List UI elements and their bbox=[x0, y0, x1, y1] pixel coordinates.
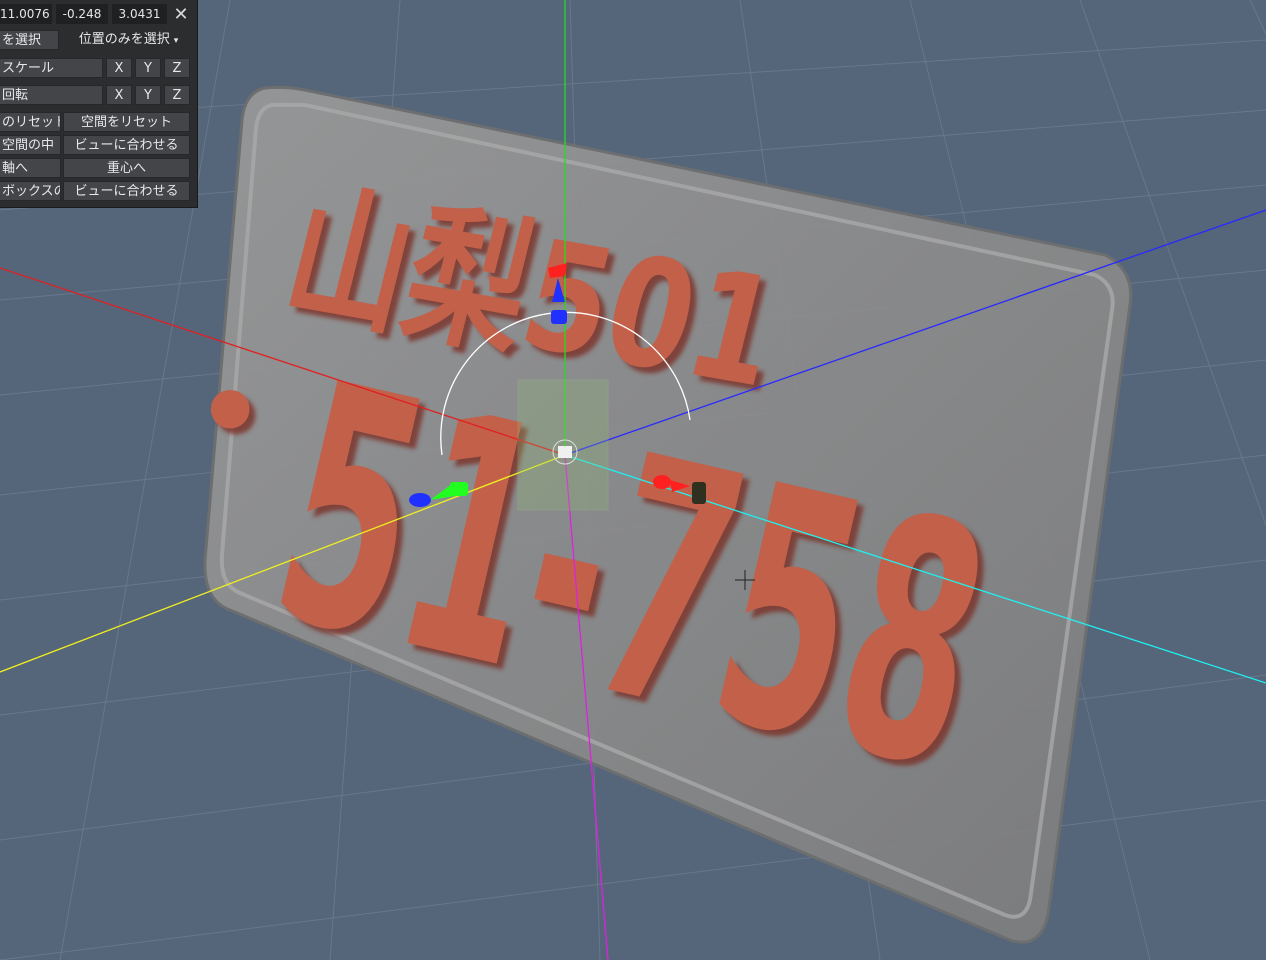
gizmo-red-handle-2[interactable] bbox=[653, 475, 671, 489]
fit-view-button[interactable]: ビューに合わせる bbox=[63, 135, 190, 155]
reset-space-button[interactable]: 空間をリセット bbox=[63, 112, 190, 132]
select-button[interactable]: を選択 bbox=[0, 30, 59, 50]
plate-dot: • bbox=[195, 348, 265, 476]
rotate-button[interactable]: 回転 bbox=[0, 85, 103, 105]
chevron-down-icon: ▾ bbox=[173, 36, 179, 46]
to-axis-button[interactable]: 軸へ bbox=[0, 158, 61, 178]
space-center-button[interactable]: 空間の中 bbox=[0, 135, 61, 155]
select-dropdown[interactable]: 位置のみを選択 ▾ bbox=[62, 30, 195, 50]
scale-y-button[interactable]: Y bbox=[135, 58, 161, 78]
fit-view-button-2[interactable]: ビューに合わせる bbox=[63, 181, 190, 201]
scale-x-button[interactable]: X bbox=[106, 58, 132, 78]
rotate-z-button[interactable]: Z bbox=[164, 85, 190, 105]
transform-panel: 11.0076 -0.248 3.0431 ✕ を選択 位置のみを選択 ▾ スケー… bbox=[0, 0, 198, 208]
rotate-y-button[interactable]: Y bbox=[135, 85, 161, 105]
box-button[interactable]: ボックスの bbox=[0, 181, 61, 201]
scale-z-button[interactable]: Z bbox=[164, 58, 190, 78]
coord-z-field[interactable]: 3.0431 bbox=[112, 4, 167, 24]
to-centroid-button[interactable]: 重心へ bbox=[63, 158, 190, 178]
gizmo-blue-handle-2[interactable] bbox=[409, 493, 431, 507]
gizmo-dark-handle[interactable] bbox=[692, 482, 706, 504]
coord-x-field[interactable]: 11.0076 bbox=[0, 4, 52, 24]
gizmo-blue-handle[interactable] bbox=[551, 310, 567, 324]
coord-y-field[interactable]: -0.248 bbox=[56, 4, 108, 24]
rotate-x-button[interactable]: X bbox=[106, 85, 132, 105]
gizmo-green-handle[interactable] bbox=[450, 482, 468, 496]
gizmo-pivot-square[interactable] bbox=[558, 446, 572, 458]
select-dropdown-label: 位置のみを選択 bbox=[78, 32, 170, 47]
reset-left-button[interactable]: のリセット bbox=[0, 112, 61, 132]
gizmo-center-box[interactable] bbox=[517, 379, 609, 511]
scale-button[interactable]: スケール bbox=[0, 58, 103, 78]
close-icon[interactable]: ✕ bbox=[170, 4, 192, 26]
